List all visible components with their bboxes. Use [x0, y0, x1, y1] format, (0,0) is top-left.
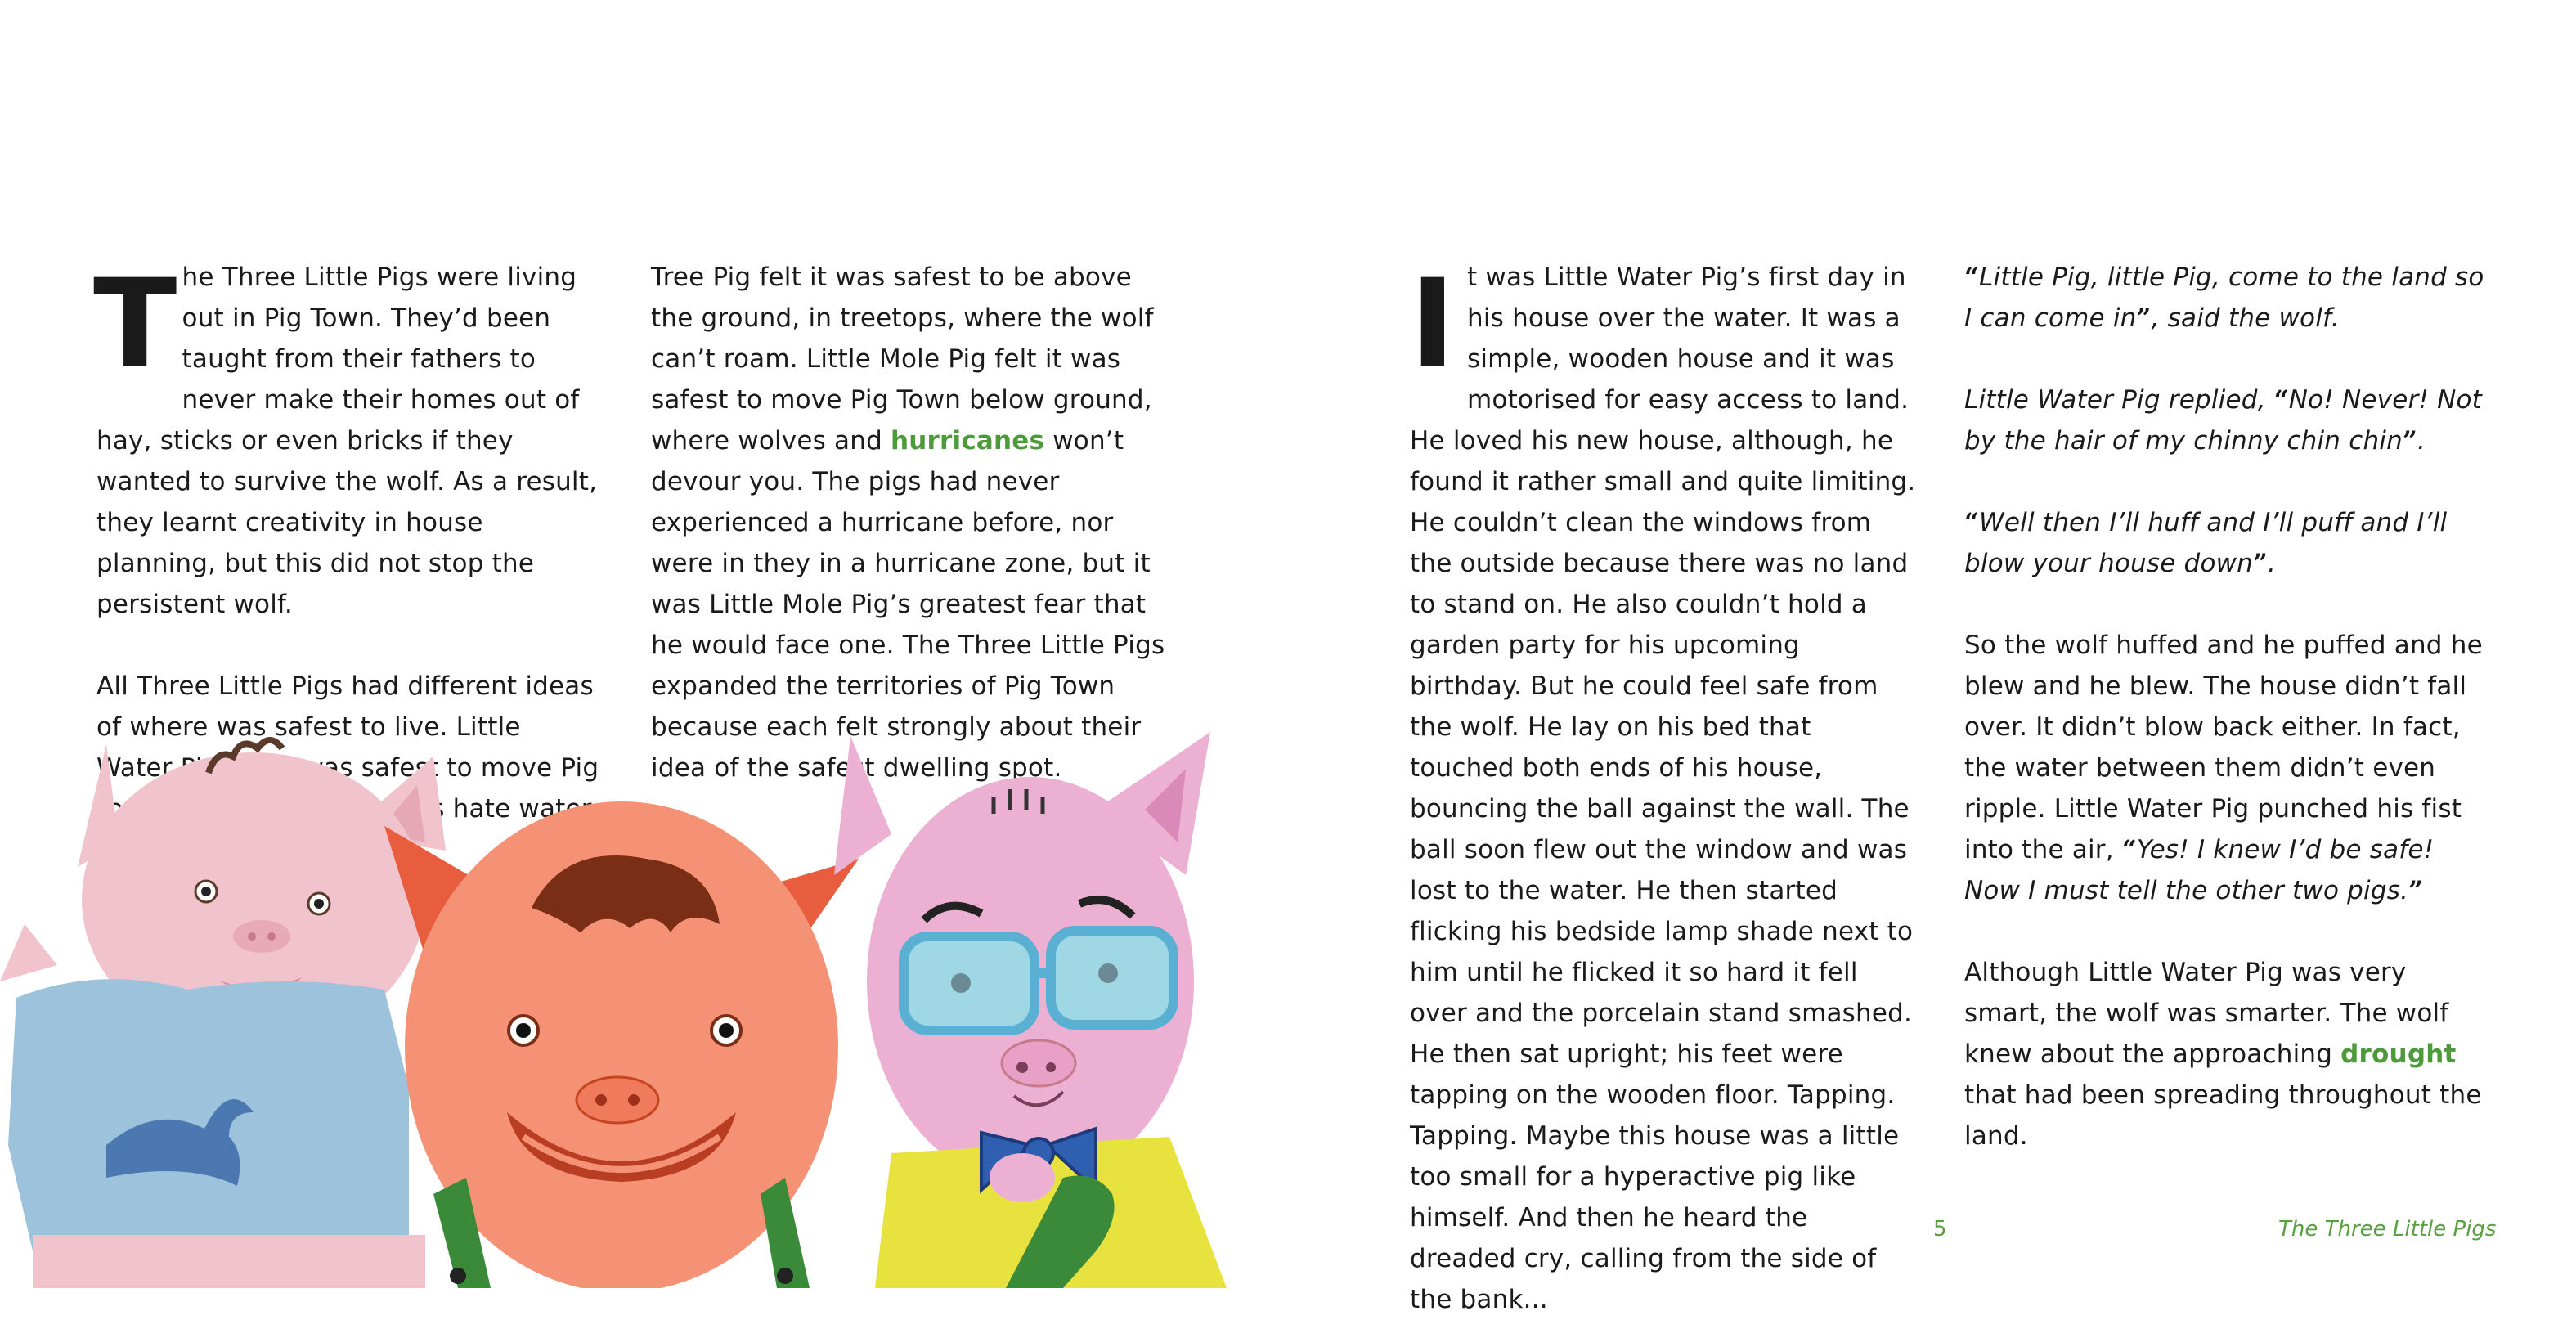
paragraph-6: Although Little Water Pig was very smart…	[1964, 952, 2488, 1156]
story-column-4: “Little Pig, little Pig, come to the lan…	[1964, 257, 2488, 1156]
quote-tail: , said the wolf.	[2151, 303, 2340, 333]
story-column-2: Tree Pig felt it was safest to be above …	[651, 257, 1174, 788]
quote-tail: .	[2268, 549, 2277, 578]
paragraph-text: So the wolf huffed and he puffed and he …	[1964, 631, 2483, 864]
paragraph-3: Tree Pig felt it was safest to be above …	[651, 257, 1174, 788]
quote-text: Well then I’ll huff and I’ll puff and I’…	[1964, 508, 2448, 578]
quote-mark: ”	[2402, 426, 2417, 456]
quote-tail: .	[2417, 426, 2426, 456]
quote-mark: “	[1964, 508, 1980, 537]
wolf-quote-1: “Little Pig, little Pig, come to the lan…	[1964, 257, 2488, 339]
page-number: 5	[1933, 1217, 1947, 1241]
quote-mark: ”	[2253, 549, 2269, 578]
tree-pig-icon	[834, 732, 1227, 1288]
paragraph-5: So the wolf huffed and he puffed and he …	[1964, 625, 2488, 911]
running-title: The Three Little Pigs	[2278, 1217, 2497, 1241]
drop-cap: I	[1410, 254, 1456, 396]
paragraph-4: It was Little Water Pig’s first day in h…	[1410, 257, 1917, 1320]
quote-mark: “	[1964, 263, 1980, 292]
drop-cap: T	[93, 254, 177, 396]
three-pigs-illustration	[0, 732, 1227, 1288]
water-pig-icon	[0, 737, 446, 1288]
quote-lead: Little Water Pig replied,	[1964, 385, 2274, 415]
paragraph-text: t was Little Water Pig’s first day in hi…	[1410, 263, 1916, 1314]
mole-pig-icon	[384, 801, 859, 1288]
wolf-quote-2: “Well then I’ll huff and I’ll puff and I…	[1964, 502, 2488, 584]
paragraph-text: that had been spreading throughout the l…	[1964, 1080, 2482, 1151]
quote-mark: ”	[2408, 876, 2424, 905]
story-column-3: It was Little Water Pig’s first day in h…	[1410, 257, 1917, 1320]
highlight-word: hurricanes	[891, 426, 1045, 456]
highlight-word: drought	[2340, 1039, 2457, 1069]
quote-mark: “	[2121, 835, 2137, 864]
pig-reply: Little Water Pig replied, “No! Never! No…	[1964, 379, 2488, 461]
quote-mark: “	[2273, 385, 2289, 415]
quote-mark: ”	[2136, 303, 2152, 333]
paragraph-1: The Three Little Pigs were living out in…	[93, 254, 604, 625]
